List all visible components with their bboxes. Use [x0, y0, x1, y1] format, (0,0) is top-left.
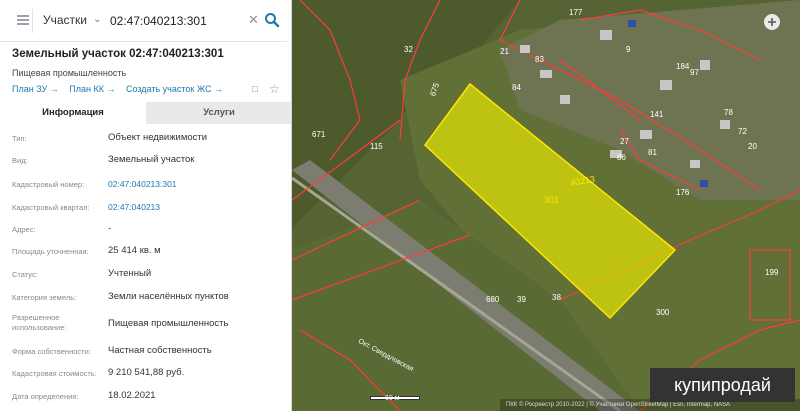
- lot-label: 39: [517, 295, 526, 304]
- lot-label: 84: [512, 83, 521, 92]
- action-links: План ЗУ → План КК → Создать участок ЖС →: [12, 84, 231, 94]
- page-subtitle: Пищевая промышленность: [12, 68, 127, 78]
- attribute-value: Пищевая промышленность: [108, 318, 229, 329]
- lot-label: 81: [648, 148, 657, 157]
- lot-label: 32: [404, 45, 413, 54]
- tab-bar: Информация Услуги: [0, 102, 291, 124]
- watermark-logo: купипродай: [650, 368, 795, 402]
- plan-kk-link[interactable]: План КК →: [69, 84, 115, 94]
- attribute-label: Адрес:: [12, 225, 36, 234]
- parcel-number-label: 301: [544, 195, 560, 205]
- attribute-value: -: [108, 223, 112, 234]
- lot-label: 141: [650, 110, 664, 119]
- attribute-label: Категория земель:: [12, 293, 77, 302]
- menu-icon[interactable]: [17, 15, 29, 25]
- attribute-label: Вид:: [12, 156, 28, 165]
- search-button[interactable]: [260, 8, 284, 32]
- attribute-label: Тип:: [12, 134, 27, 143]
- attribute-label: Кадастровый номер:: [12, 180, 85, 189]
- attribute-value: Частная собственность: [108, 345, 212, 356]
- attribute-label: Кадастровая стоимость:: [12, 369, 97, 378]
- attribute-value: Учтенный: [108, 268, 152, 279]
- info-panel: Участки ⌄ ✕ Земельный участок 02:47:0402…: [0, 0, 292, 411]
- plan-zu-link[interactable]: План ЗУ →: [12, 84, 59, 94]
- attribute-label: Дата определения:: [12, 392, 79, 401]
- tab-info[interactable]: Информация: [0, 102, 146, 124]
- star-icon[interactable]: ☆: [269, 82, 280, 96]
- close-icon[interactable]: ✕: [248, 12, 259, 28]
- lot-label: 199: [765, 268, 779, 277]
- divider: [32, 9, 33, 33]
- attribute-value: Земли населённых пунктов: [108, 291, 229, 302]
- lot-label: 72: [738, 127, 747, 136]
- lot-label: 177: [569, 8, 583, 17]
- search-type-select[interactable]: Участки: [43, 13, 87, 27]
- lot-label: 176: [676, 188, 690, 197]
- lot-label: 300: [656, 308, 670, 317]
- lot-label: 680: [486, 295, 500, 304]
- document-icon[interactable]: □: [252, 84, 258, 95]
- attribute-label: Статус:: [12, 270, 38, 279]
- lot-label: 9: [626, 45, 631, 54]
- attribute-value: 18.02.2021: [108, 390, 156, 401]
- attribute-label: Кадастровый квартал:: [12, 203, 90, 212]
- lot-label: 20: [748, 142, 757, 151]
- lot-label: 671: [312, 130, 326, 139]
- attribute-label: Форма собственности:: [12, 347, 91, 356]
- chevron-down-icon[interactable]: ⌄: [93, 14, 101, 25]
- lot-label: 184: [676, 62, 690, 71]
- attribute-value: 25 414 кв. м: [108, 245, 161, 256]
- lot-label: 78: [724, 108, 733, 117]
- cadastral-quarter-link[interactable]: 02:47:040213: [108, 201, 160, 213]
- lot-label: 115: [370, 142, 383, 151]
- lot-label: 86: [617, 153, 626, 162]
- page-title: Земельный участок 02:47:040213:301: [12, 48, 224, 60]
- tab-services[interactable]: Услуги: [146, 102, 291, 124]
- create-parcel-link[interactable]: Создать участок ЖС →: [126, 84, 223, 94]
- zoom-in-button[interactable]: [753, 8, 793, 38]
- lot-label: 27: [620, 137, 629, 146]
- attribute-value: 9 210 541,88 руб.: [108, 367, 185, 378]
- cadastral-number-link[interactable]: 02:47:040213:301: [108, 178, 177, 190]
- lot-label: 38: [552, 293, 561, 302]
- attribute-value: Объект недвижимости: [108, 132, 208, 143]
- search-bar: Участки ⌄ ✕: [0, 0, 287, 42]
- attribute-label: Площадь уточненная:: [12, 247, 89, 256]
- search-icon: [265, 13, 280, 28]
- lot-label: 21: [500, 47, 509, 56]
- lot-label: 83: [535, 55, 544, 64]
- attribute-label: Разрешенное использование:: [12, 313, 67, 332]
- attribute-value: Земельный участок: [108, 154, 195, 165]
- lot-label: 97: [690, 68, 699, 77]
- search-input[interactable]: [110, 10, 240, 32]
- scale-label: 60 м: [385, 395, 400, 402]
